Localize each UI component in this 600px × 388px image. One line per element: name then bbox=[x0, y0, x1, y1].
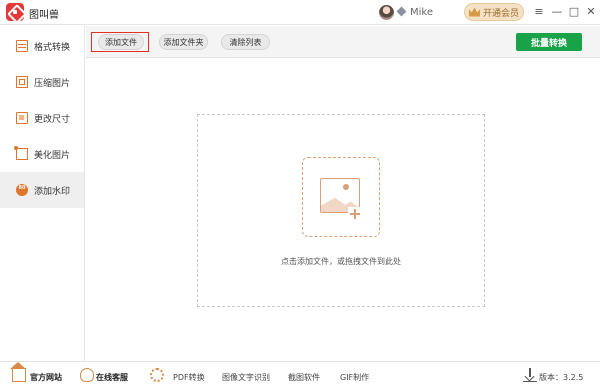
gear-icon bbox=[150, 368, 164, 382]
drop-hint: 点击添加文件，或拖拽文件到此处 bbox=[281, 257, 401, 266]
vip-button[interactable]: 开通会员 bbox=[464, 3, 524, 21]
app-logo-icon bbox=[6, 3, 24, 21]
footer: 官方网站 在线客服 PDF转换 图像文字识别 截图软件 GIF制作 版本：3.2… bbox=[0, 361, 600, 388]
pdf-convert-link[interactable]: PDF转换 bbox=[173, 372, 205, 383]
sidebar-item-label: 美化图片 bbox=[34, 150, 71, 161]
add-file-button[interactable]: 添加文件 bbox=[98, 34, 144, 50]
sidebar-item-label: 格式转换 bbox=[34, 42, 71, 53]
screenshot-software-link[interactable]: 截图软件 bbox=[288, 372, 320, 383]
minimize-icon[interactable]: — bbox=[549, 4, 565, 20]
sidebar-item-beautify[interactable]: 美化图片 bbox=[0, 136, 84, 172]
username[interactable]: Mike bbox=[410, 7, 433, 18]
sidebar: 格式转换 压缩图片 更改尺寸 美化图片 添加水印 bbox=[0, 26, 85, 361]
home-icon bbox=[10, 362, 26, 382]
avatar[interactable] bbox=[379, 5, 394, 20]
compress-icon bbox=[16, 76, 28, 88]
sidebar-item-format-convert[interactable]: 格式转换 bbox=[0, 28, 84, 64]
sidebar-item-watermark[interactable]: 添加水印 bbox=[0, 172, 84, 208]
sidebar-item-resize[interactable]: 更改尺寸 bbox=[0, 100, 84, 136]
sidebar-item-label: 添加水印 bbox=[34, 186, 71, 197]
sidebar-item-label: 压缩图片 bbox=[34, 78, 71, 89]
gif-maker-link[interactable]: GIF制作 bbox=[340, 372, 369, 383]
batch-convert-button[interactable]: 批量转换 bbox=[516, 33, 582, 51]
add-folder-button[interactable]: 添加文件夹 bbox=[159, 34, 208, 50]
version-label: 版本：3.2.5 bbox=[539, 373, 584, 382]
vip-button-label: 开通会员 bbox=[482, 8, 519, 19]
customer-service-icon bbox=[80, 368, 94, 382]
sidebar-item-label: 更改尺寸 bbox=[34, 114, 71, 125]
title-bar: 图叫兽 Mike 开通会员 ≡ — □ ✕ bbox=[0, 0, 600, 25]
official-site-link[interactable]: 官方网站 bbox=[30, 372, 62, 383]
watermark-icon bbox=[16, 184, 28, 196]
resize-icon bbox=[16, 112, 28, 124]
sidebar-item-compress[interactable]: 压缩图片 bbox=[0, 64, 84, 100]
online-service-link[interactable]: 在线客服 bbox=[96, 372, 128, 383]
format-convert-icon bbox=[16, 40, 28, 52]
sun-shape bbox=[343, 184, 349, 190]
clear-list-button[interactable]: 清除列表 bbox=[221, 34, 270, 50]
download-icon bbox=[523, 368, 537, 382]
close-icon[interactable]: ✕ bbox=[583, 4, 599, 20]
beautify-icon bbox=[14, 146, 28, 160]
menu-icon[interactable]: ≡ bbox=[531, 4, 547, 20]
crown-icon bbox=[468, 7, 480, 17]
maximize-icon[interactable]: □ bbox=[566, 4, 582, 20]
plus-icon bbox=[348, 207, 362, 221]
diamond-icon bbox=[396, 6, 407, 17]
app-title: 图叫兽 bbox=[29, 10, 59, 21]
ocr-link[interactable]: 图像文字识别 bbox=[222, 372, 270, 383]
